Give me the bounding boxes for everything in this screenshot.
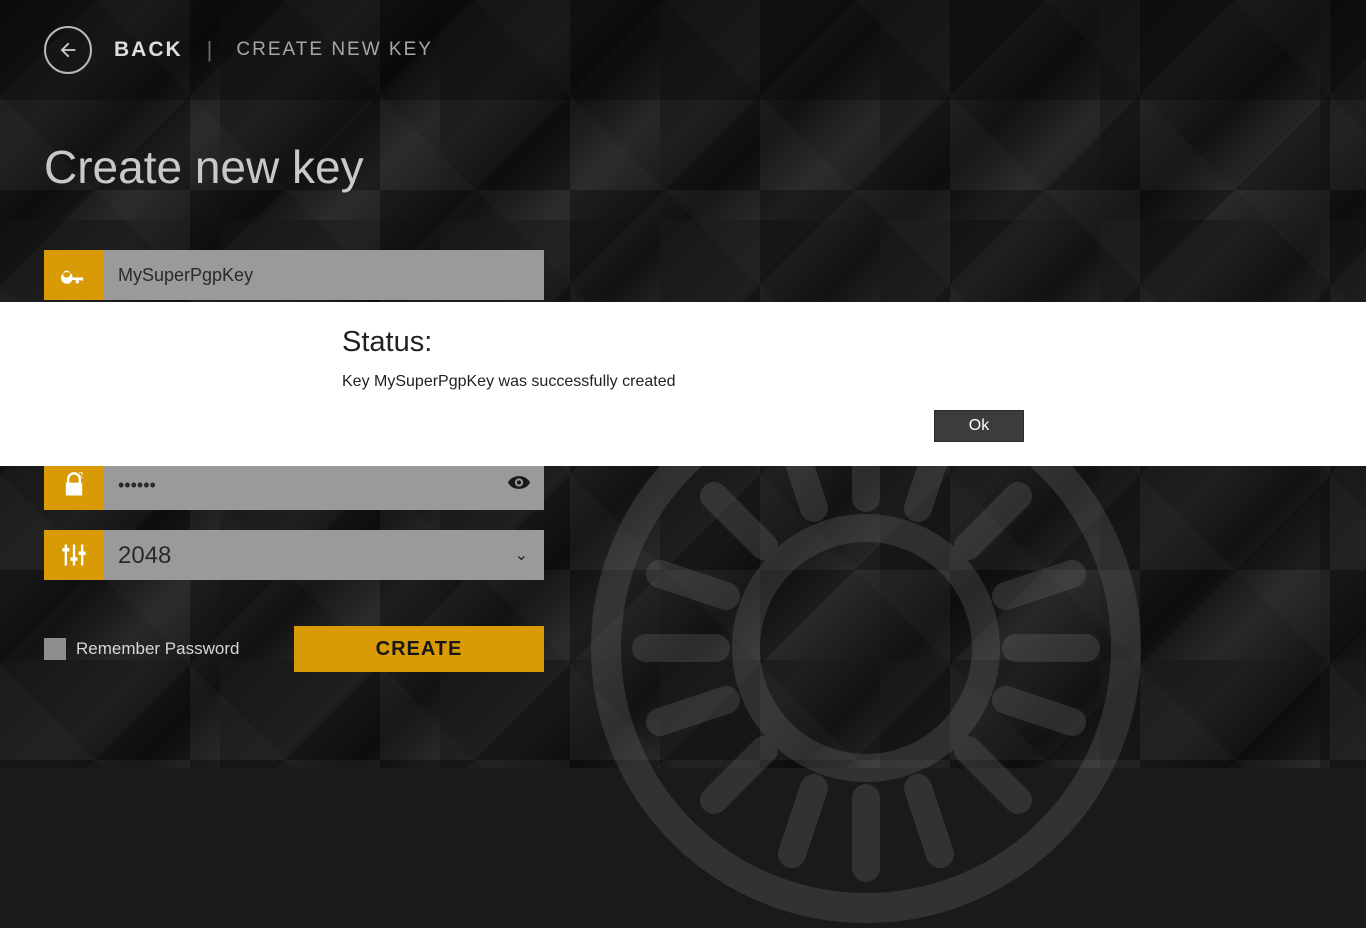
sliders-icon	[60, 541, 88, 569]
back-label: BACK	[114, 38, 183, 62]
remember-password-checkbox[interactable]	[44, 638, 66, 660]
remember-password-label: Remember Password	[76, 639, 239, 659]
key-size-row: 2048 ⌄	[44, 530, 544, 580]
breadcrumb: CREATE NEW KEY	[236, 39, 433, 61]
lock2-icon: 2	[60, 471, 88, 499]
page-title: Create new key	[44, 140, 1366, 194]
confirm-password-row: 2	[44, 460, 544, 510]
eye-icon	[508, 476, 530, 490]
arrow-left-icon	[57, 39, 79, 61]
create-button[interactable]: CREATE	[294, 626, 544, 672]
confirm-password-input[interactable]	[104, 460, 544, 510]
sliders-icon-prefix	[44, 530, 104, 580]
key-icon	[60, 261, 88, 289]
key-name-input[interactable]	[104, 250, 544, 300]
key-name-row	[44, 250, 544, 300]
svg-text:2: 2	[79, 471, 84, 480]
key-size-select[interactable]: 2048	[104, 530, 544, 580]
header-bar: BACK | CREATE NEW KEY	[0, 0, 1366, 100]
dialog-ok-button[interactable]: Ok	[934, 410, 1024, 442]
key-icon-prefix	[44, 250, 104, 300]
dialog-message: Key MySuperPgpKey was successfully creat…	[342, 373, 1366, 391]
back-button[interactable]	[44, 26, 92, 74]
status-dialog: Status: Key MySuperPgpKey was successful…	[0, 302, 1366, 466]
bottom-row: Remember Password CREATE	[44, 626, 544, 672]
dialog-title: Status:	[342, 326, 1366, 359]
reveal-password-button[interactable]	[508, 476, 530, 495]
separator: |	[207, 37, 213, 63]
lock-icon-prefix: 2	[44, 460, 104, 510]
